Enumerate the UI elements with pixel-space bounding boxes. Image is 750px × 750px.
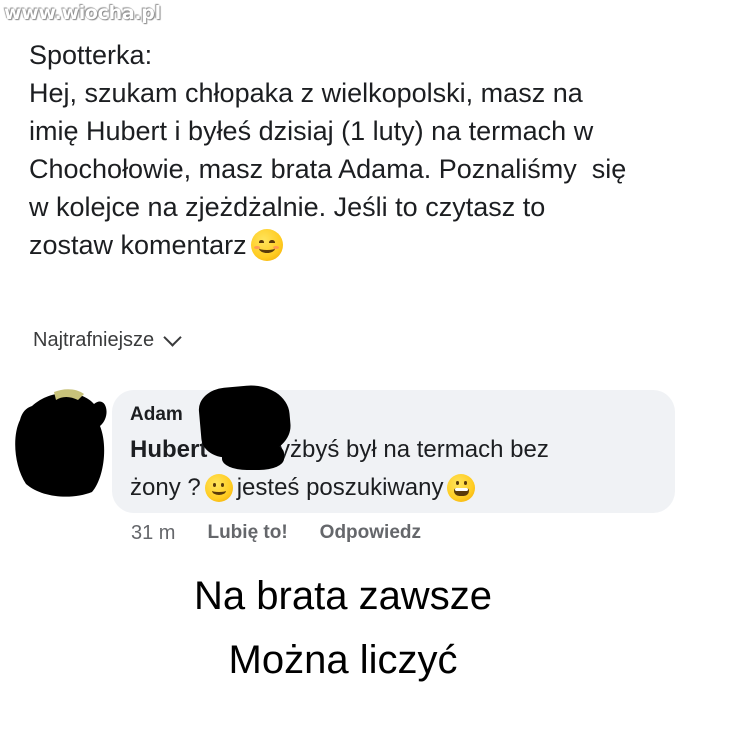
post-line: w kolejce na zjeżdżalnie. Jeśli to czyta… xyxy=(29,192,546,222)
comment-author[interactable]: Adam xyxy=(130,404,183,426)
post-line: imię Hubert i byłeś dzisiaj (1 luty) na … xyxy=(29,116,594,146)
grinning-face-emoji-icon xyxy=(447,474,476,502)
like-button[interactable]: Lubię to! xyxy=(207,522,287,545)
comment-text-2a: żony ? xyxy=(130,474,201,501)
comment-timestamp[interactable]: 31 m xyxy=(131,522,175,545)
chevron-down-icon xyxy=(163,327,182,347)
watermark: www.wiocha.pl xyxy=(4,2,161,24)
post-line-last: zostaw komentarz xyxy=(29,226,729,264)
post-line: Chochołowie, masz brata Adama. Poznaliśm… xyxy=(29,154,627,184)
sort-dropdown[interactable]: Najtrafniejsze xyxy=(33,327,182,352)
post-line-text: zostaw komentarz xyxy=(29,230,247,260)
post-author: Spotterka: xyxy=(29,40,153,70)
comment-text-1: czyżbyś był na termach bez xyxy=(254,436,549,463)
post-text: Spotterka: Hej, szukam chłopaka z wielko… xyxy=(29,36,729,264)
smiling-face-emoji-icon xyxy=(250,228,283,261)
comment-line-1: Hubert czyżbyś był na termach bez xyxy=(130,436,549,464)
reply-button[interactable]: Odpowiedz xyxy=(320,522,421,545)
slightly-smiling-face-emoji-icon xyxy=(204,474,233,502)
avatar[interactable] xyxy=(12,386,108,498)
caption-line-2: Można liczyć xyxy=(228,638,458,682)
redaction-mark xyxy=(222,442,284,470)
comment-mention[interactable]: Hubert xyxy=(130,436,207,463)
comment-line-2: żony ? jesteś poszukiwany xyxy=(130,474,479,502)
comment-text-2b: jesteś poszukiwany xyxy=(236,474,444,501)
avatar-redaction xyxy=(15,393,107,497)
sort-label: Najtrafniejsze xyxy=(33,329,155,351)
caption-line-1: Na brata zawsze xyxy=(194,574,492,618)
post-line: Hej, szukam chłopaka z wielkopolski, mas… xyxy=(29,78,583,108)
comment-actions: 31 m Lubię to! Odpowiedz xyxy=(131,522,421,545)
